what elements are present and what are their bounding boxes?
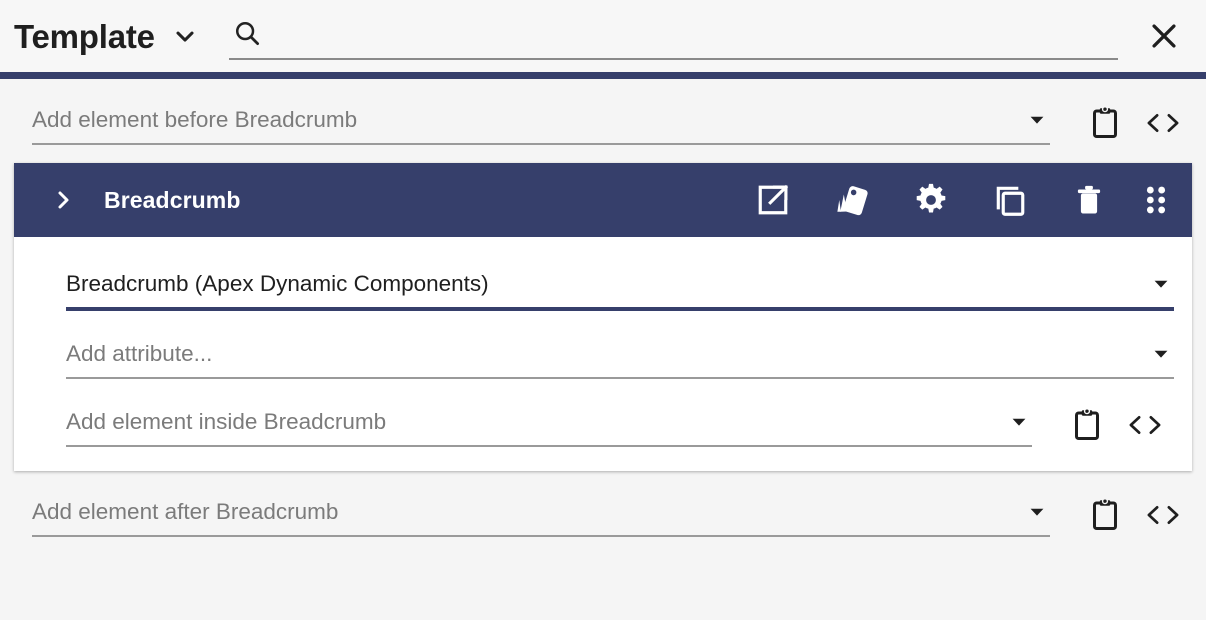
add-element-before-actions	[1076, 97, 1192, 147]
clipboard-paste-icon[interactable]	[1058, 401, 1116, 449]
chevron-down-icon[interactable]	[1026, 109, 1048, 131]
component-select-value: Breadcrumb (Apex Dynamic Components)	[66, 270, 489, 296]
search-icon	[232, 18, 262, 53]
drag-handle-icon[interactable]	[1128, 171, 1184, 229]
chevron-down-icon[interactable]	[171, 22, 199, 50]
close-icon[interactable]	[1144, 16, 1184, 56]
gear-icon[interactable]	[891, 171, 970, 229]
style-palette-icon[interactable]	[812, 171, 891, 229]
chevron-down-icon[interactable]	[1150, 273, 1172, 295]
element-card-actions	[733, 171, 1184, 229]
open-external-icon[interactable]	[733, 171, 812, 229]
add-element-after-row: Add element after Breadcrumb	[0, 471, 1206, 539]
chevron-down-icon[interactable]	[1008, 411, 1030, 433]
add-element-before-select[interactable]: Add element before Breadcrumb	[32, 97, 1050, 145]
add-element-inside-select[interactable]: Add element inside Breadcrumb	[66, 399, 1032, 447]
app-header: Template	[0, 0, 1206, 72]
add-element-before-label: Add element before Breadcrumb	[32, 106, 358, 132]
clipboard-paste-icon[interactable]	[1076, 99, 1134, 147]
add-element-inside-label: Add element inside Breadcrumb	[66, 408, 387, 434]
search-input[interactable]	[228, 12, 1118, 60]
clipboard-paste-icon[interactable]	[1076, 491, 1134, 539]
add-element-after-select[interactable]: Add element after Breadcrumb	[32, 489, 1050, 537]
add-element-after-label: Add element after Breadcrumb	[32, 498, 339, 524]
chevron-right-icon[interactable]	[46, 188, 80, 212]
code-brackets-icon[interactable]	[1134, 99, 1192, 147]
page-title: Template	[14, 17, 155, 55]
add-attribute-select[interactable]: Add attribute...	[66, 331, 1174, 379]
copy-icon[interactable]	[970, 171, 1049, 229]
add-element-after-actions	[1076, 489, 1192, 539]
add-element-inside-actions	[1058, 399, 1174, 449]
trash-icon[interactable]	[1049, 171, 1128, 229]
component-select[interactable]: Breadcrumb (Apex Dynamic Components)	[66, 261, 1174, 311]
element-card-header[interactable]: Breadcrumb	[14, 163, 1192, 237]
chevron-down-icon[interactable]	[1150, 343, 1172, 365]
code-brackets-icon[interactable]	[1116, 401, 1174, 449]
add-attribute-row: Add attribute...	[14, 311, 1192, 379]
search-field[interactable]	[228, 6, 1118, 66]
element-card-body: Breadcrumb (Apex Dynamic Components) Add…	[14, 237, 1192, 471]
add-element-inside-row: Add element inside Breadcrumb	[14, 379, 1192, 449]
chevron-down-icon[interactable]	[1026, 501, 1048, 523]
code-brackets-icon[interactable]	[1134, 491, 1192, 539]
element-card-title: Breadcrumb	[104, 186, 241, 213]
element-card-breadcrumb: Breadcrumb Breadcrumb (Apex Dynamic Comp…	[14, 163, 1192, 471]
add-element-before-row: Add element before Breadcrumb	[0, 79, 1206, 147]
header-accent-bar	[0, 72, 1206, 79]
component-select-row: Breadcrumb (Apex Dynamic Components)	[14, 237, 1192, 311]
add-attribute-label: Add attribute...	[66, 340, 213, 366]
